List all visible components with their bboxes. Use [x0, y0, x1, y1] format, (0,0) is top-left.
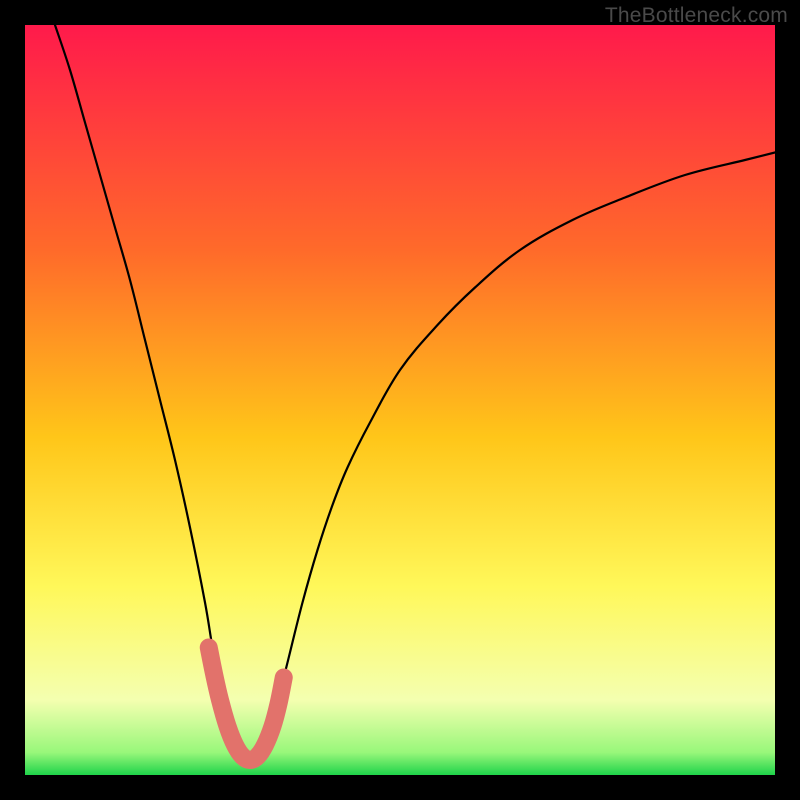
bottleneck-chart — [25, 25, 775, 775]
chart-background — [25, 25, 775, 775]
chart-svg — [25, 25, 775, 775]
